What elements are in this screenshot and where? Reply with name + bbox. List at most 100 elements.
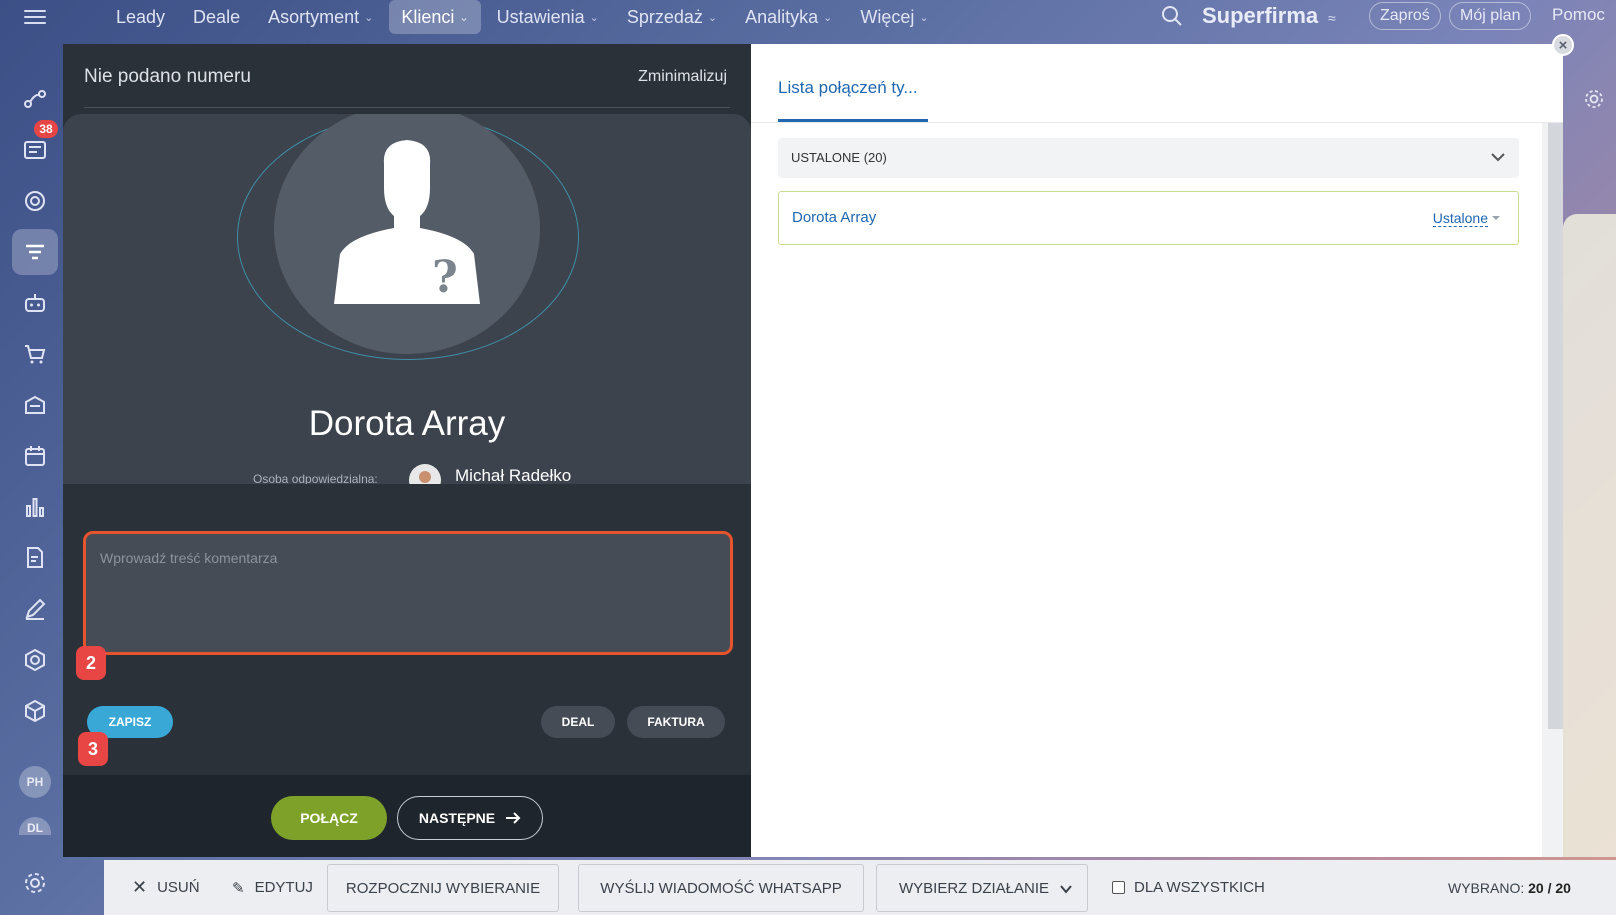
nav-item-asortyment[interactable]: Asortyment ⌄ — [256, 0, 385, 34]
target-icon — [25, 191, 45, 211]
activity-flow-icon — [24, 90, 46, 108]
nav-item-ustawienia[interactable]: Ustawienia ⌄ — [485, 0, 611, 34]
main-nav: Leady Deale Asortyment ⌄ Klienci ⌄ Ustawie… — [104, 0, 941, 34]
background-page-edge — [1563, 44, 1616, 857]
chevron-down-icon: ⌄ — [919, 11, 929, 24]
sidebar-item-documents[interactable] — [12, 535, 58, 581]
comment-input[interactable] — [86, 534, 730, 652]
sidebar-item-feed[interactable] — [12, 127, 58, 173]
responsible-label: Osoba odpowiedzialna: — [253, 472, 378, 484]
funnel-icon — [26, 244, 44, 260]
chevron-down-icon: ⌄ — [459, 11, 469, 24]
list-item[interactable]: Dorota Array Ustalone — [778, 191, 1519, 245]
choose-action-select[interactable]: WYBIERZ DZIAŁANIE — [876, 864, 1088, 912]
call-list-panel: Lista połączeń ty... USTALONE (20) Dorot… — [751, 44, 1563, 857]
status-group-title: USTALONE (20) — [791, 150, 887, 165]
news-feed-icon — [24, 141, 46, 159]
nav-item-deale[interactable]: Deale — [181, 0, 252, 34]
edit-button[interactable]: ✎ EDYTUJ — [232, 860, 313, 915]
arrow-right-icon — [506, 812, 521, 824]
sidebar-avatar-dl[interactable]: DL — [19, 817, 51, 835]
sidebar-item-activity[interactable] — [12, 76, 58, 122]
left-sidebar: 38 PH DL — [0, 40, 70, 915]
scrollbar[interactable] — [1542, 123, 1563, 857]
search-icon[interactable] — [1160, 4, 1184, 28]
nav-item-sprzedaz[interactable]: Sprzedaż ⌄ — [615, 0, 729, 34]
robot-icon — [25, 294, 45, 312]
bulk-actions-toolbar: ✕ USUŃ ✎ EDYTUJ ROZPOCZNIJ WYBIERANIE WY… — [104, 860, 1616, 915]
step-marker-3: 3 — [78, 732, 108, 766]
document-edit-icon — [27, 547, 43, 568]
close-icon[interactable]: × — [1552, 34, 1574, 56]
checkbox[interactable] — [1112, 881, 1125, 894]
hamburger-menu-icon[interactable] — [24, 6, 46, 28]
call-card-header: Nie podano numeru Zminimalizuj — [63, 44, 751, 108]
selected-count: WYBRANO: 20 / 20 — [1448, 879, 1571, 896]
invite-button[interactable]: Zaproś — [1369, 2, 1441, 30]
status-group-header[interactable]: USTALONE (20) — [778, 138, 1519, 178]
step-marker-2: 2 — [76, 646, 106, 680]
sidebar-item-apps[interactable] — [12, 637, 58, 683]
sidebar-item-calendar[interactable] — [12, 433, 58, 479]
settings-gear-icon[interactable] — [1583, 88, 1605, 110]
help-link[interactable]: Pomoc — [1552, 5, 1605, 25]
sidebar-item-inventory[interactable] — [12, 382, 58, 428]
company-name[interactable]: Superfirma — [1202, 3, 1318, 29]
minimize-button[interactable]: Zminimalizuj — [638, 68, 727, 86]
hexagon-icon — [25, 648, 45, 672]
person-photo-icon — [419, 471, 431, 483]
nav-item-wiecej[interactable]: Więcej ⌄ — [848, 0, 940, 34]
contact-avatar: ? — [274, 114, 540, 354]
sidebar-item-market[interactable] — [12, 688, 58, 734]
close-icon: ✕ — [132, 877, 148, 897]
invoice-button[interactable]: FAKTURA — [627, 706, 725, 738]
settings-sliders-icon[interactable]: ≈ — [1328, 10, 1336, 26]
responsible-avatar[interactable] — [409, 464, 441, 484]
cart-icon — [25, 345, 46, 364]
sidebar-avatar-ph[interactable]: PH — [19, 766, 51, 798]
pencil-icon: ✎ — [232, 879, 245, 897]
for-all-checkbox[interactable]: DLA WSZYSTKICH — [1112, 860, 1265, 915]
deal-button[interactable]: DEAL — [541, 706, 615, 738]
bar-chart-icon — [26, 498, 44, 517]
box-icon — [25, 699, 45, 723]
call-card-panel: Nie podano numeru Zminimalizuj ? Dorota … — [63, 44, 751, 857]
chevron-down-icon[interactable] — [1489, 148, 1507, 166]
top-navigation: Leady Deale Asortyment ⌄ Klienci ⌄ Ustawie… — [0, 0, 1616, 34]
comment-field-container — [83, 531, 733, 655]
responsible-name[interactable]: Michał Radełko — [455, 466, 571, 484]
pen-icon — [25, 598, 46, 620]
nav-item-leady[interactable]: Leady — [104, 0, 177, 34]
contact-name[interactable]: Dorota Array — [63, 404, 751, 444]
sidebar-item-goals[interactable] — [12, 178, 58, 224]
call-card-footer: POŁĄCZ NASTĘPNE — [63, 775, 751, 857]
list-item-status-dropdown[interactable]: Ustalone — [1432, 210, 1488, 227]
sidebar-item-analytics[interactable] — [12, 484, 58, 530]
contact-card: ? Dorota Array Osoba odpowiedzialna: Mic… — [63, 114, 751, 484]
chevron-down-icon — [1060, 885, 1072, 894]
sidebar-item-crm[interactable] — [12, 229, 58, 275]
scrollbar-thumb[interactable] — [1548, 123, 1563, 729]
start-dialing-button[interactable]: ROZPOCZNIJ WYBIERANIE — [327, 864, 559, 912]
list-item-name[interactable]: Dorota Array — [792, 209, 876, 226]
calendar-icon — [25, 446, 45, 466]
nav-item-analityka[interactable]: Analityka ⌄ — [733, 0, 844, 34]
call-button[interactable]: POŁĄCZ — [271, 796, 387, 840]
tab-call-list[interactable]: Lista połączeń ty... — [778, 78, 918, 98]
unknown-person-icon: ? — [334, 140, 480, 304]
tab-divider — [751, 122, 1563, 123]
nav-item-klienci[interactable]: Klienci ⌄ — [389, 0, 481, 34]
my-plan-button[interactable]: Mój plan — [1449, 2, 1532, 30]
sidebar-item-robots[interactable] — [12, 280, 58, 326]
delete-button[interactable]: ✕ USUŃ — [132, 860, 200, 915]
sidebar-item-shop[interactable] — [12, 331, 58, 377]
chevron-down-icon: ⌄ — [823, 11, 833, 24]
caret-down-icon[interactable] — [1492, 216, 1500, 220]
settings-gear-icon[interactable] — [22, 870, 48, 896]
chevron-down-icon: ⌄ — [589, 11, 599, 24]
next-button[interactable]: NASTĘPNE — [397, 796, 543, 840]
sidebar-item-sign[interactable] — [12, 586, 58, 632]
chevron-down-icon: ⌄ — [707, 11, 718, 24]
send-whatsapp-button[interactable]: WYŚLIJ WIADOMOŚĆ WHATSAPP — [578, 864, 864, 912]
header-divider — [84, 107, 730, 108]
